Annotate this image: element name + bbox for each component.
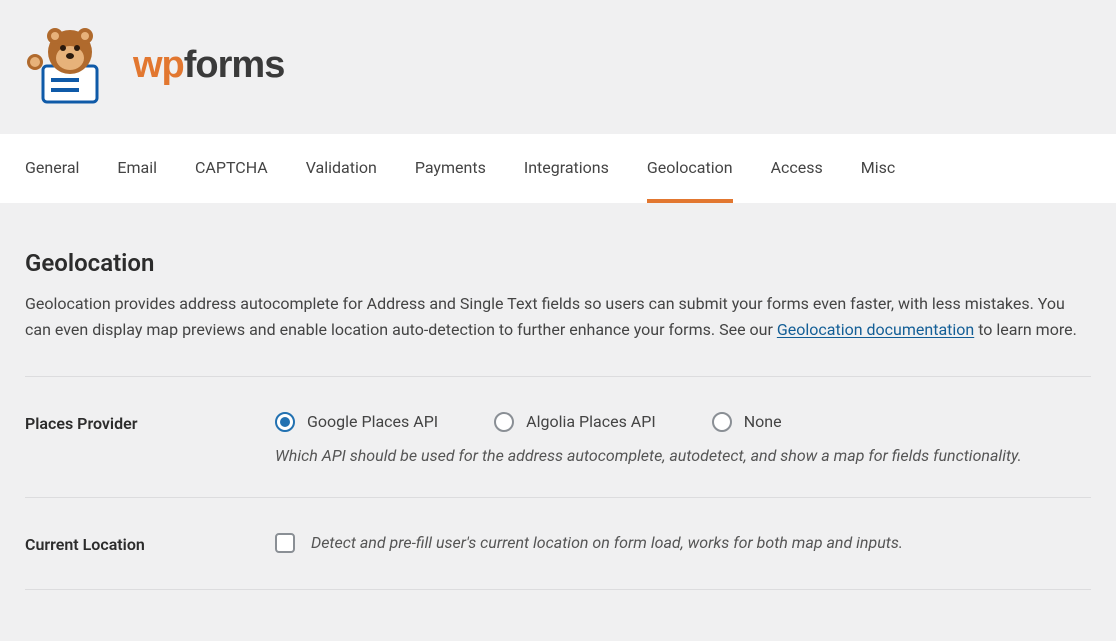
page-description: Geolocation provides address autocomplet… bbox=[25, 291, 1085, 344]
geolocation-doc-link[interactable]: Geolocation documentation bbox=[777, 320, 974, 339]
tab-access[interactable]: Access bbox=[771, 134, 823, 203]
radio-google-places[interactable]: Google Places API bbox=[275, 412, 438, 432]
wpforms-mascot-icon bbox=[25, 24, 119, 106]
radio-google-label: Google Places API bbox=[307, 412, 438, 431]
tab-validation[interactable]: Validation bbox=[306, 134, 377, 203]
svg-text:wpforms: wpforms bbox=[133, 44, 284, 86]
tab-captcha[interactable]: CAPTCHA bbox=[195, 134, 268, 203]
places-provider-radio-group: Google Places API Algolia Places API Non… bbox=[275, 412, 1091, 432]
header-band: wpforms bbox=[0, 0, 1116, 134]
tab-geolocation[interactable]: Geolocation bbox=[647, 134, 733, 203]
radio-algolia-label: Algolia Places API bbox=[526, 412, 656, 431]
setting-row-current-location: Current Location Detect and pre-fill use… bbox=[25, 498, 1091, 590]
places-provider-label: Places Provider bbox=[25, 412, 275, 465]
radio-none[interactable]: None bbox=[712, 412, 782, 432]
tab-payments[interactable]: Payments bbox=[415, 134, 486, 203]
settings-content: Geolocation Geolocation provides address… bbox=[0, 204, 1116, 610]
current-location-label: Current Location bbox=[25, 533, 275, 557]
tab-general[interactable]: General bbox=[25, 134, 79, 203]
current-location-checkbox[interactable]: Detect and pre-fill user's current locat… bbox=[275, 533, 903, 553]
wpforms-logo: wpforms bbox=[25, 24, 333, 106]
current-location-field: Detect and pre-fill user's current locat… bbox=[275, 533, 1091, 557]
places-provider-field: Google Places API Algolia Places API Non… bbox=[275, 412, 1091, 465]
radio-dot-icon bbox=[494, 412, 514, 432]
setting-row-places-provider: Places Provider Google Places API Algoli… bbox=[25, 377, 1091, 498]
current-location-help: Detect and pre-fill user's current locat… bbox=[311, 533, 903, 552]
radio-none-label: None bbox=[744, 412, 782, 431]
wpforms-wordmark: wpforms bbox=[133, 43, 333, 87]
tab-email[interactable]: Email bbox=[117, 134, 157, 203]
radio-dot-icon bbox=[275, 412, 295, 432]
radio-algolia-places[interactable]: Algolia Places API bbox=[494, 412, 656, 432]
page-title: Geolocation bbox=[25, 249, 1091, 277]
places-provider-help: Which API should be used for the address… bbox=[275, 446, 1091, 465]
checkbox-icon bbox=[275, 533, 295, 553]
page-description-tail: to learn more. bbox=[974, 320, 1077, 339]
settings-tabs: General Email CAPTCHA Validation Payment… bbox=[0, 134, 1116, 204]
tab-integrations[interactable]: Integrations bbox=[524, 134, 609, 203]
tab-misc[interactable]: Misc bbox=[861, 134, 896, 203]
radio-dot-icon bbox=[712, 412, 732, 432]
